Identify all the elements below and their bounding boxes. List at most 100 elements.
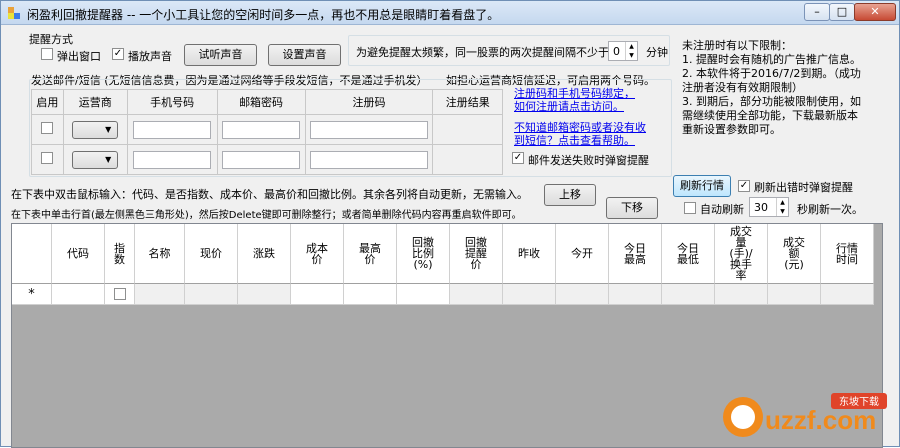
window-title: 闲盈利回撤提醒器 -- 一个小工具让您的空闲时间多一点，再也不用总是眼睛盯着看盘… (27, 8, 500, 22)
cell-index[interactable] (105, 284, 135, 305)
auto-refresh-checkbox[interactable] (684, 202, 696, 214)
cell-price (185, 284, 238, 305)
cell-time (821, 284, 874, 305)
new-row-marker[interactable]: * (12, 284, 52, 305)
cell-amount (768, 284, 821, 305)
interval-prefix: 为避免提醒太频繁，同一股票的两次提醒间隔不少于 (356, 46, 609, 59)
minimize-button[interactable]: – (804, 3, 830, 21)
header-carrier: 运营商 (62, 89, 128, 115)
cell-drawdown[interactable] (397, 284, 450, 305)
title-bar: 闲盈利回撤提醒器 -- 一个小工具让您的空闲时间多一点，再也不用总是眼睛盯着看盘… (1, 1, 899, 25)
email-row: ▼ (31, 114, 503, 145)
col-high[interactable]: 最高价 (344, 224, 397, 284)
header-password: 邮箱密码 (216, 89, 306, 115)
move-up-button[interactable]: 上移 (544, 184, 596, 206)
col-prev-close[interactable]: 昨收 (503, 224, 556, 284)
cell-volume (715, 284, 768, 305)
fail-popup-label: 邮件发送失败时弹窗提醒 (528, 154, 649, 167)
unregistered-title: 未注册时有以下限制： (682, 39, 792, 52)
popup-checkbox[interactable] (41, 48, 53, 60)
fail-popup-checkbox[interactable]: ✓ (512, 152, 524, 164)
enable-checkbox[interactable] (41, 152, 54, 164)
instruction-line2: 在下表中单击行首(最左侧黑色三角形处)，然后按Delete键即可删除整行；或者简… (11, 210, 522, 221)
col-code[interactable]: 代码 (52, 224, 105, 284)
col-alert-price[interactable]: 回撤提醒价 (450, 224, 503, 284)
email-table: 启用 运营商 手机号码 邮箱密码 注册码 注册结果 ▼ ▼ (31, 89, 503, 175)
refresh-seconds-spinner[interactable]: 30 ▲ ▼ (749, 197, 789, 217)
spinner-arrows-icon[interactable]: ▲ ▼ (625, 42, 637, 60)
app-window: 闲盈利回撤提醒器 -- 一个小工具让您的空闲时间多一点，再也不用总是眼睛盯着看盘… (0, 0, 900, 448)
carrier-select[interactable]: ▼ (72, 150, 119, 169)
col-day-low[interactable]: 今日最低 (662, 224, 715, 284)
header-result: 注册结果 (432, 89, 503, 115)
grid-header: 代码 指数 名称 现价 涨跌 成本价 最高价 回撤比例(%) 回撤提醒价 昨收 … (12, 224, 874, 284)
popup-label: 弹出窗口 (57, 50, 101, 63)
interval-spinner[interactable]: 0 ▲ ▼ (608, 41, 638, 61)
spinner-arrows-icon[interactable]: ▲ ▼ (776, 198, 788, 216)
try-sound-button[interactable]: 试听声音 (184, 44, 257, 66)
result-cell (432, 114, 503, 145)
interval-suffix: 分钟 (646, 46, 668, 59)
col-index[interactable]: 指数 (105, 224, 135, 284)
cell-name (135, 284, 185, 305)
cell-code[interactable] (52, 284, 105, 305)
close-button[interactable]: ✕ (854, 3, 896, 21)
refresh-error-popup-checkbox[interactable]: ✓ (738, 180, 750, 192)
sound-checkbox[interactable]: ✓ (112, 48, 124, 60)
register-link[interactable]: 注册码和手机号码绑定， 如何注册请点击访问。 (514, 87, 635, 113)
cell-high[interactable] (344, 284, 397, 305)
instruction-line1: 在下表中双击鼠标输入：代码、是否指数、成本价、最高价和回撤比例。其余各列将自动更… (11, 188, 528, 201)
chevron-down-icon: ▼ (105, 154, 112, 164)
refresh-error-popup-label: 刷新出错时弹窗提醒 (754, 181, 853, 194)
col-volume[interactable]: 成交量(手)/换手率 (715, 224, 768, 284)
cell-day-low (662, 284, 715, 305)
maximize-button[interactable]: □ (829, 3, 855, 21)
enable-checkbox[interactable] (41, 122, 54, 134)
site-watermark-logo: uzzf.com 东坡下载 (723, 393, 887, 437)
alert-method-title: 提醒方式 (29, 33, 73, 46)
header-phone: 手机号码 (126, 89, 218, 115)
auto-refresh-label: 自动刷新 (700, 203, 744, 216)
refresh-seconds-value: 30 (754, 201, 768, 214)
app-icon (8, 7, 20, 19)
header-regcode: 注册码 (304, 89, 434, 115)
col-name[interactable]: 名称 (135, 224, 185, 284)
col-amount[interactable]: 成交额(元) (768, 224, 821, 284)
email-row: ▼ (31, 144, 503, 175)
col-open[interactable]: 今开 (556, 224, 609, 284)
carrier-select[interactable]: ▼ (72, 120, 119, 139)
watermark-badge: 东坡下载 (839, 395, 879, 408)
help-link[interactable]: 不知道邮箱密码或者没有收 到短信？点击查看帮助。 (514, 121, 646, 147)
col-drawdown[interactable]: 回撤比例(%) (397, 224, 450, 284)
col-change[interactable]: 涨跌 (238, 224, 291, 284)
unregistered-notice: 未注册时有以下限制： 1. 提醒时会有随机的广告推广信息。 2. 本软件将于20… (682, 39, 861, 136)
cell-day-high (609, 284, 662, 305)
watermark-text: uzzf.com (765, 405, 876, 435)
cell-change (238, 284, 291, 305)
refresh-seconds-suffix: 秒刷新一次。 (797, 203, 863, 216)
set-sound-button[interactable]: 设置声音 (268, 44, 341, 66)
move-down-button[interactable]: 下移 (606, 197, 658, 219)
row-header-corner (12, 224, 52, 284)
col-cost[interactable]: 成本价 (291, 224, 344, 284)
phone-input[interactable] (133, 150, 212, 169)
phone-input[interactable] (133, 120, 212, 139)
refresh-button[interactable]: 刷新行情 (673, 175, 731, 197)
chevron-down-icon: ▼ (105, 124, 112, 134)
cell-cost[interactable] (291, 284, 344, 305)
cell-alert-price (450, 284, 503, 305)
table-row[interactable]: * (12, 284, 874, 305)
cell-prev-close (503, 284, 556, 305)
interval-value: 0 (613, 45, 620, 58)
cell-open (556, 284, 609, 305)
password-input[interactable] (222, 150, 301, 169)
regcode-input[interactable] (309, 150, 428, 169)
col-day-high[interactable]: 今日最高 (609, 224, 662, 284)
index-checkbox[interactable] (113, 288, 126, 300)
sound-label: 播放声音 (128, 50, 172, 63)
password-input[interactable] (222, 120, 301, 139)
regcode-input[interactable] (309, 120, 428, 139)
col-time[interactable]: 行情时间 (821, 224, 874, 284)
col-price[interactable]: 现价 (185, 224, 238, 284)
header-enable: 启用 (31, 89, 64, 115)
